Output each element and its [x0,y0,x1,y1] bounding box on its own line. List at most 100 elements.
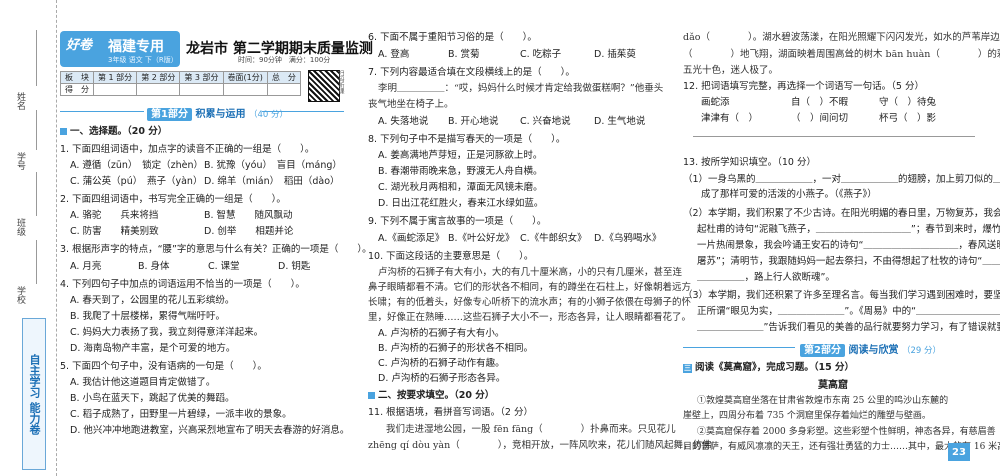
q10-passage-line: 鼻子眼睛都看不清。它们的形状各不相同，有的蹲坐在石柱上，好像朝着远方 [368,282,692,293]
q10-passage-line: 卢沟桥的石狮子有大有小，大的有几十厘米高，小的只有几厘米，甚至连 [378,267,683,278]
score-cell[interactable] [92,83,138,96]
q6-option-d[interactable]: D. 插茱萸 [594,50,636,60]
q7-passage-line: 李明＿＿＿＿＿：“哎，妈妈什么时候才肯定给我做蛋糕啊？”他垂头 [378,83,664,94]
exam-meta: 时间：90分钟 满分：100分 [238,56,331,64]
q10-option-d[interactable]: D. 卢沟桥的石狮子形态各异。 [378,374,505,384]
q9-option-b[interactable]: B.《叶公好龙》 [448,234,515,244]
q9-option-a[interactable]: A.《画蛇添足》 [378,234,444,244]
q12-cell[interactable]: 自（ ）不暇 [791,98,848,108]
q12-cell[interactable]: 杯弓（ ）影 [879,114,936,124]
score-head: 第 2 部分 [136,71,181,84]
q13-line: 屠苏”；清明节，我跟随妈妈一起去祭扫，不由得想起了杜牧的诗句“＿＿＿＿＿， [697,256,1000,267]
q9-stem: 9. 下列不属于寓言故事的一项是（ ）。 [368,216,547,227]
q9-option-c[interactable]: C.《牛郎织女》 [520,234,587,244]
brand-title: 福建专用 [108,39,164,55]
q6-option-c[interactable]: C. 吃粽子 [520,50,561,60]
brand-subtitle: 3年级 语文 下（R版） [108,56,178,64]
part1-tag: 第1部分 [147,108,192,121]
divider [60,111,144,112]
q5-stem: 5. 下面四个句子中，没有语病的一句是（ ）。 [60,361,267,372]
q4-stem: 4. 下列四句子中加点的词语运用不恰当的一项是（ ）。 [60,279,305,290]
q4-option-b[interactable]: B. 我爬了十层楼梯，累得气喘吁吁。 [70,312,225,322]
part1-title: 积累与运用 [195,109,246,120]
margin-label-name: 姓名 [15,92,25,110]
part2-heading: 第2部分 阅读与欣赏 （29 分） [800,341,941,357]
q10-option-b[interactable]: B. 卢沟桥的石狮子的形状各不相同。 [378,344,533,354]
reading-heading-text: 阅读《莫高窟》，完成习题。（15 分） [695,362,855,373]
reading-title: 莫高窟 [818,380,848,391]
q13-stem: 13. 按所学知识填空。（10 分） [683,157,816,168]
q7-option-a[interactable]: A. 失落地说 [378,117,428,127]
q7-passage-line: 丧气地坐在椅子上。 [368,99,454,110]
q5-option-d[interactable]: D. 他兴冲冲地跑进教室，兴高采烈地宣布了明天去春游的好消息。 [70,426,349,436]
q10-option-a[interactable]: A. 卢沟桥的石狮子有大有小。 [378,329,504,339]
q1-option-b[interactable]: B. 犹豫（yóu） 盲目（máng） [204,161,342,171]
q4-option-a[interactable]: A. 春天到了，公园里的花儿五彩缤纷。 [70,296,234,306]
q2-option-d[interactable]: D. 创举 相题并论 [204,227,293,237]
q10-option-c[interactable]: C. 卢沟桥的石狮子动作有趣。 [378,359,505,369]
score-cell[interactable] [222,83,268,96]
q1-option-d[interactable]: D. 绵羊（mián） 稻田（dào） [204,177,340,187]
q13-line: 成了那样可爱的活泼的小燕子。（《燕子》） [701,189,877,200]
score-cell[interactable] [266,83,301,96]
q11-line: 五光十色，迷人极了。 [683,65,779,76]
answer-line[interactable] [693,136,975,137]
q13-line: ＿＿＿＿＿，路上行人欲断魂”。 [697,272,835,283]
q5-option-a[interactable]: A. 我估计他这道题目肯定做错了。 [70,378,215,388]
q9-option-d[interactable]: D.《乌鸦喝水》 [594,234,661,244]
q5-option-c[interactable]: C. 稻子成熟了，田野里一片碧绿，一派丰收的景象。 [70,410,292,420]
q2-option-c[interactable]: C. 防害 精美别致 [70,227,159,237]
reading-para-line: 崖壁上，四周分布着 735 个洞窟里保存着灿烂的雕塑与壁画。 [683,411,931,421]
q13-line: 起杜甫的诗句“泥融飞燕子，＿＿＿＿＿＿＿＿＿＿”；春节到来时，爆竹声声， [697,224,1000,235]
brand-vertical-label: 自主学习 能力卷 [22,318,46,470]
reading-heading: 三阅读《莫高窟》，完成习题。（15 分） [683,359,854,373]
q3-option-c[interactable]: C. 课堂 [208,262,240,272]
q3-option-b[interactable]: B. 身体 [138,262,170,272]
q12-cell[interactable]: 画蛇添 [701,98,730,108]
binding-margin: 姓名 学号 班级 学校 自主学习 能力卷 [0,0,57,476]
q7-option-c[interactable]: C. 兴奋地说 [520,117,571,127]
q13-line: （1）一身乌黑的＿＿＿＿＿＿，一对＿＿＿＿＿＿的翅膀，加上剪刀似的＿＿＿＿，凑 [683,174,1000,185]
part2-tag: 第2部分 [800,344,845,357]
q8-option-c[interactable]: C. 湖光秋月两相和，潭面无风镜未磨。 [378,183,543,193]
q13-line: ＿＿＿＿＿＿＿”告诉我们看见的美善的品行就要努力学习，有了错误就要改正。 [697,322,1000,333]
q8-option-b[interactable]: B. 春潮带雨晚来急，野渡无人舟自横。 [378,167,543,177]
q11-stem: 11. 根据语境，看拼音写词语。（2 分） [368,407,533,418]
q7-option-b[interactable]: B. 开心地说 [448,117,499,127]
q12-cell[interactable]: （ ）间问切 [791,114,848,124]
q12-cell[interactable]: 津津有（ ） [701,114,758,124]
section-marker [368,392,375,399]
q2-option-a[interactable]: A. 骆驼 兵来将挡 [70,211,158,221]
q13-line: （3）本学期，我们还积累了许多至理名言。每当我们学习遇到困难时，要坚持不懈， [683,290,1000,301]
q1-option-a[interactable]: A. 遵循（zūn） 锁定（zhèn） [70,161,203,171]
q4-option-c[interactable]: C. 妈妈大力表扬了我，我立刻得意洋洋起来。 [70,328,263,338]
q3-option-d[interactable]: D. 钥匙 [278,262,310,272]
q12-cell[interactable]: 守（ ）待兔 [879,98,936,108]
q1-option-c[interactable]: C. 蒲公英（pú） 燕子（yàn） [70,177,202,187]
score-head: 总 分 [266,71,301,84]
q7-option-d[interactable]: D. 生气地说 [594,117,645,127]
q11-line: 我们走进湿地公园，一股 fēn fāng（ ）扑鼻而来。只见花儿 [386,424,676,435]
q8-option-a[interactable]: A. 姜高满地芦芽短，正是河豚欲上时。 [378,151,542,161]
q13-line: 正所谓“眼见为实，＿＿＿＿＿＿＿”。《周易》中的“＿＿＿＿＿＿＿＿＿＿， [697,306,1000,317]
margin-label-class: 班级 [15,218,25,236]
q11-line: dǎo（ ）。湖水碧波荡漾，在阳光照耀下闪闪发光，如水的芦苇岸边 [683,32,1000,43]
q3-option-a[interactable]: A. 月亮 [70,262,101,272]
margin-line [36,240,37,284]
margin-line [36,110,37,150]
q6-stem: 6. 下面不属于重阳节习俗的是（ ）。 [368,32,537,43]
score-cell[interactable] [136,83,181,96]
q2-option-b[interactable]: B. 智慧 随风飘动 [204,211,293,221]
q8-option-d[interactable]: D. 日出江花红胜火，春来江水绿如蓝。 [378,199,543,209]
q6-option-b[interactable]: B. 赏菊 [448,50,480,60]
q4-option-d[interactable]: D. 海南岛物产丰富，是个可爱的地方。 [70,344,235,354]
part1-heading: 第1部分 积累与运用 （40 分） [147,105,288,121]
score-cell[interactable] [179,83,224,96]
divider [683,347,795,348]
reading-para-line: ①敦煌莫高窟坐落在甘肃省敦煌市东南 25 公里的鸣沙山东麓的 [697,396,949,406]
page-number: 23 [948,443,970,461]
score-head: 卷面(1分) [222,71,268,84]
q6-option-a[interactable]: A. 登高 [378,50,409,60]
q5-option-b[interactable]: B. 小鸟在蓝天下，跳起了优美的舞蹈。 [70,394,235,404]
q12-stem: 12. 把词语填写完整，再选择一个词语写一句话。（5 分） [683,81,924,92]
